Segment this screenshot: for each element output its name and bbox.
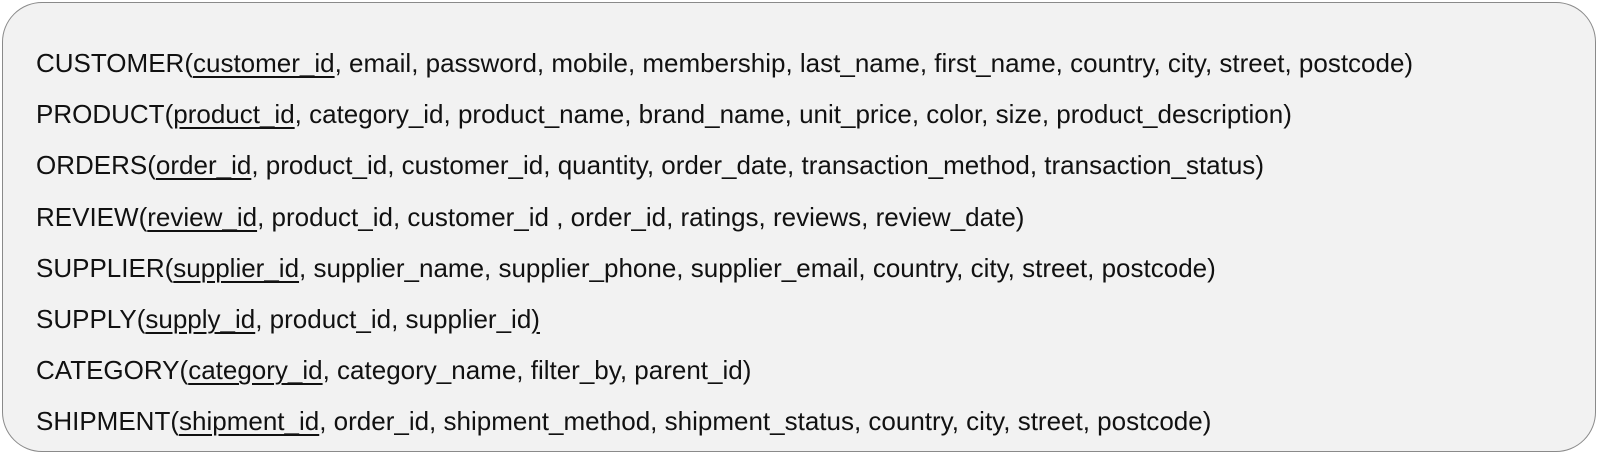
- relation-category: CATEGORY(category_id, category_name, fil…: [36, 355, 752, 386]
- primary-key: customer_id: [192, 48, 335, 78]
- primary-key: supply_id: [145, 303, 256, 334]
- primary-key: product_id: [173, 99, 295, 130]
- relation-name: CUSTOMER: [36, 48, 185, 78]
- primary-key: order_id: [155, 150, 252, 181]
- primary-key: category_id: [188, 355, 323, 386]
- relation-customer: CUSTOMER(customer_id, email, password, m…: [36, 48, 1414, 78]
- relation-name: SUPPLIER: [36, 252, 165, 283]
- relation-name: ORDERS: [36, 150, 148, 181]
- relation-attributes: , product_id, customer_id, quantity, ord…: [251, 150, 1256, 181]
- relation-attributes: , email, password, mobile, membership, l…: [334, 48, 1405, 78]
- close-paren: ): [1015, 201, 1025, 232]
- close-paren: ): [742, 355, 752, 386]
- close-paren: ): [531, 303, 540, 334]
- primary-key: supplier_id: [173, 252, 300, 283]
- relation-attributes: , supplier_name, supplier_phone, supplie…: [299, 252, 1208, 283]
- close-paren: ): [1255, 150, 1264, 181]
- relation-name: SUPPLY: [36, 303, 137, 334]
- relation-name: SHIPMENT: [36, 406, 171, 437]
- relation-name: REVIEW: [36, 201, 139, 232]
- relation-attributes: , category_id, product_name, brand_name,…: [294, 99, 1284, 130]
- relation-list: CUSTOMER(customer_id, email, password, m…: [36, 38, 1413, 448]
- schema-panel: CUSTOMER(customer_id, email, password, m…: [2, 2, 1596, 452]
- relation-name: PRODUCT: [36, 99, 165, 130]
- primary-key: review_id: [147, 201, 258, 232]
- relation-review: REVIEW(review_id, product_id, customer_i…: [36, 201, 1025, 232]
- relation-attributes: , category_name, filter_by, parent_id: [322, 355, 743, 386]
- close-paren: ): [1404, 48, 1414, 78]
- relation-attributes: , product_id, supplier_id: [255, 303, 532, 334]
- close-paren: ): [1207, 252, 1216, 283]
- close-paren: ): [1202, 406, 1212, 437]
- relation-shipment: SHIPMENT(shipment_id, order_id, shipment…: [36, 406, 1212, 437]
- relation-attributes: , order_id, shipment_method, shipment_st…: [319, 406, 1203, 437]
- close-paren: ): [1283, 99, 1292, 130]
- relation-supply: SUPPLY(supply_id, product_id, supplier_i…: [36, 303, 540, 334]
- relation-orders: ORDERS(order_id, product_id, customer_id…: [36, 150, 1264, 181]
- relation-name: CATEGORY: [36, 355, 180, 386]
- relation-supplier: SUPPLIER(supplier_id, supplier_name, sup…: [36, 252, 1216, 283]
- relation-product: PRODUCT(product_id, category_id, product…: [36, 99, 1292, 130]
- relation-attributes: , product_id, customer_id , order_id, ra…: [257, 201, 1016, 232]
- primary-key: shipment_id: [179, 406, 320, 437]
